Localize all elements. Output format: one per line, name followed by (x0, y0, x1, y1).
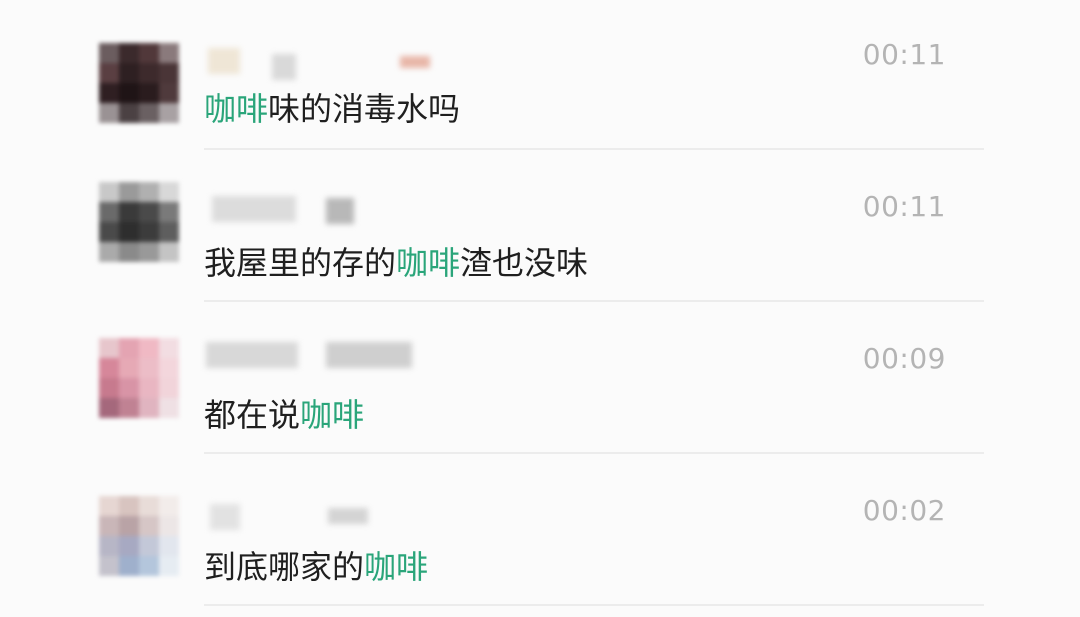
keyword-highlight: 咖啡 (300, 396, 365, 434)
message-snippet: 我屋里的存的咖啡渣也没味 (204, 244, 589, 282)
avatar[interactable] (99, 43, 179, 123)
list-item[interactable]: 00:11 咖啡味的消毒水吗 (0, 0, 1080, 152)
sender-name-blurred (208, 48, 240, 74)
avatar[interactable] (99, 496, 179, 576)
list-item[interactable]: 00:09 都在说咖啡 (0, 304, 1080, 456)
sender-name-blurred (272, 54, 296, 80)
sender-name-blurred (328, 508, 368, 524)
list-item[interactable]: 00:02 到底哪家的咖啡 (0, 456, 1080, 608)
message-time: 00:11 (862, 38, 946, 71)
message-time: 00:09 (862, 342, 946, 375)
sender-name-blurred (210, 504, 240, 530)
sender-name-blurred (206, 342, 298, 368)
search-results-list: 00:11 咖啡味的消毒水吗 00:11 我屋里的存的咖啡渣也没味 00:09 … (0, 0, 1080, 617)
avatar[interactable] (99, 182, 179, 262)
keyword-highlight: 咖啡 (204, 90, 269, 128)
sender-name-blurred (400, 56, 430, 68)
divider (204, 604, 984, 606)
message-time: 00:02 (862, 494, 946, 527)
message-snippet: 都在说咖啡 (204, 396, 365, 434)
divider (204, 148, 984, 150)
sender-name-blurred (326, 342, 412, 368)
sender-name-blurred (212, 196, 296, 222)
message-time: 00:11 (862, 190, 946, 223)
list-item[interactable]: 00:11 我屋里的存的咖啡渣也没味 (0, 152, 1080, 304)
sender-name-blurred (326, 198, 354, 224)
avatar[interactable] (99, 338, 179, 418)
message-snippet: 咖啡味的消毒水吗 (204, 90, 461, 128)
divider (204, 300, 984, 302)
keyword-highlight: 咖啡 (364, 548, 429, 586)
divider (204, 452, 984, 454)
keyword-highlight: 咖啡 (396, 244, 461, 282)
message-snippet: 到底哪家的咖啡 (204, 548, 429, 586)
